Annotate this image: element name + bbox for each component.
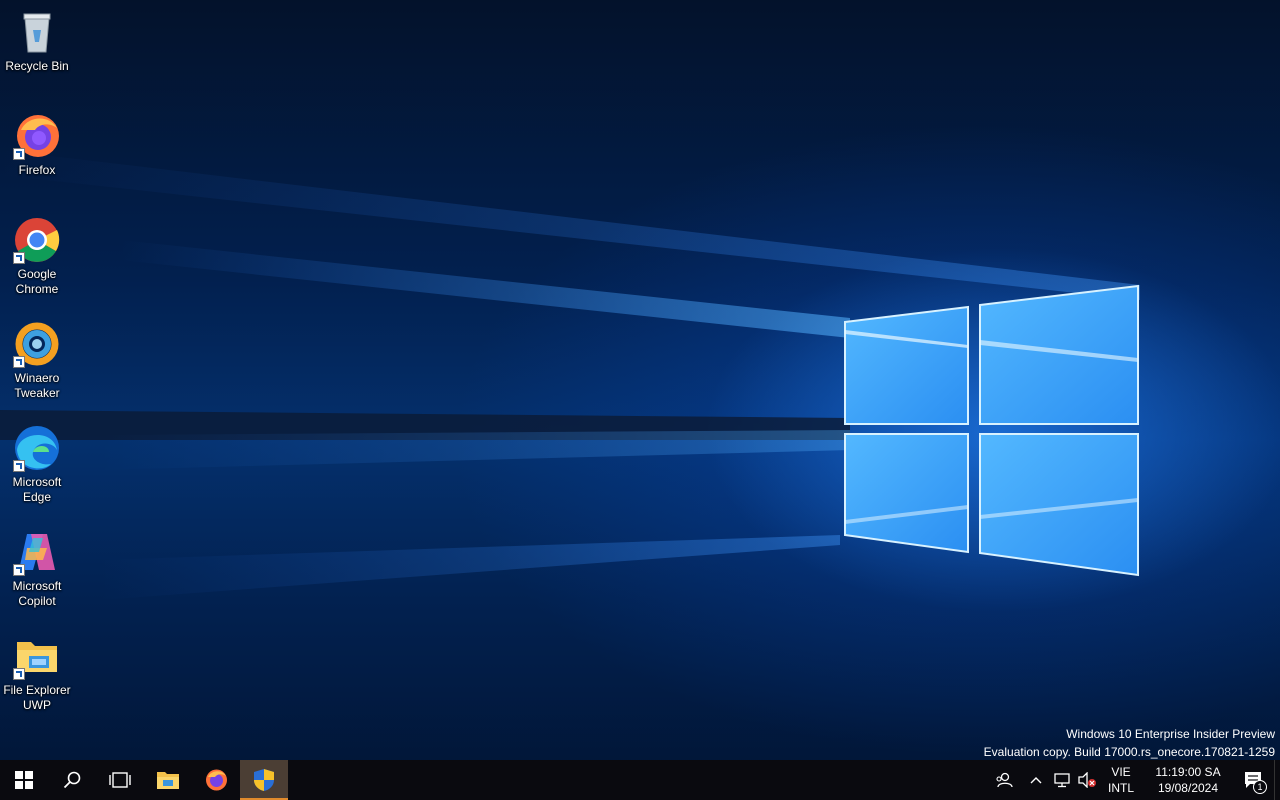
- watermark-edition: Windows 10 Enterprise Insider Preview: [1066, 727, 1275, 741]
- desktop-icon-recycle-bin[interactable]: Recycle Bin: [0, 8, 74, 74]
- start-button[interactable]: [0, 760, 48, 800]
- shortcut-arrow-icon: [13, 668, 25, 680]
- desktop-icon-label: Microsoft Edge: [12, 475, 62, 504]
- people-button[interactable]: [986, 760, 1022, 800]
- shortcut-arrow-icon: [13, 252, 25, 264]
- taskbar-file-explorer[interactable]: [144, 760, 192, 800]
- clock[interactable]: 11:19:00 SA 19/08/2024: [1142, 760, 1234, 800]
- firefox-icon: [206, 769, 227, 791]
- desktop-icon-label: Firefox: [18, 163, 56, 177]
- watermark-build: Evaluation copy. Build 17000.rs_onecore.…: [983, 745, 1275, 759]
- shortcut-arrow-icon: [13, 148, 25, 160]
- folder-icon: [13, 632, 61, 680]
- desktop-icon-winaero-tweaker[interactable]: Winaero Tweaker: [0, 320, 74, 401]
- keyboard-layout: INTL: [1107, 781, 1134, 795]
- desktop-icon-label: Winaero Tweaker: [14, 371, 60, 400]
- clock-time: 11:19:00 SA: [1155, 765, 1221, 779]
- network-icon: [1054, 773, 1070, 788]
- volume-button[interactable]: [1074, 760, 1100, 800]
- copilot-icon: [13, 528, 61, 576]
- desktop-icon-google-chrome[interactable]: Google Chrome: [0, 216, 74, 297]
- wallpaper-beams: [0, 150, 1140, 600]
- chevron-up-icon: [1030, 777, 1042, 784]
- people-icon: [996, 772, 1013, 788]
- search-button[interactable]: [48, 760, 96, 800]
- task-view-icon: [109, 772, 131, 788]
- edge-icon: [13, 424, 61, 472]
- desktop-icon-label: Microsoft Copilot: [12, 579, 62, 608]
- desktop-icon-label: Google Chrome: [15, 267, 59, 296]
- recycle-bin-icon: [13, 8, 61, 56]
- show-desktop-button[interactable]: [1274, 760, 1280, 800]
- desktop-icon-label: Recycle Bin: [5, 59, 69, 73]
- input-language-indicator[interactable]: VIE INTL: [1100, 760, 1142, 800]
- system-tray: VIE INTL 11:19:00 SA 19/08/2024 1: [986, 760, 1280, 800]
- chrome-icon: [13, 216, 61, 264]
- action-center-button[interactable]: 1: [1234, 760, 1274, 800]
- security-shield-icon: [254, 769, 274, 791]
- desktop-icon-firefox[interactable]: Firefox: [0, 112, 74, 178]
- volume-muted-icon: [1078, 772, 1096, 788]
- firefox-icon: [13, 112, 61, 160]
- search-icon: [63, 771, 81, 789]
- desktop[interactable]: Recycle Bin Firefox Google Chrome Winaer…: [0, 0, 1280, 760]
- language-code: VIE: [1111, 765, 1131, 779]
- desktop-icon-label: File Explorer UWP: [3, 683, 71, 712]
- shortcut-arrow-icon: [13, 564, 25, 576]
- show-hidden-icons-button[interactable]: [1022, 760, 1050, 800]
- desktop-icon-microsoft-copilot[interactable]: Microsoft Copilot: [0, 528, 74, 609]
- clock-date: 19/08/2024: [1157, 781, 1219, 795]
- desktop-icon-file-explorer-uwp[interactable]: File Explorer UWP: [0, 632, 74, 713]
- desktop-icon-microsoft-edge[interactable]: Microsoft Edge: [0, 424, 74, 505]
- file-explorer-icon: [157, 772, 179, 789]
- notification-count-badge: 1: [1253, 780, 1267, 794]
- windows-logo-graphic: [844, 284, 1139, 577]
- build-watermark: Windows 10 Enterprise Insider Preview Ev…: [984, 725, 1275, 761]
- shortcut-arrow-icon: [13, 460, 25, 472]
- network-button[interactable]: [1050, 760, 1074, 800]
- taskbar-security-app[interactable]: [240, 760, 288, 800]
- taskbar-firefox[interactable]: [192, 760, 240, 800]
- winaero-tweaker-icon: [13, 320, 61, 368]
- shortcut-arrow-icon: [13, 356, 25, 368]
- task-view-button[interactable]: [96, 760, 144, 800]
- windows-logo-icon: [15, 771, 33, 789]
- taskbar: VIE INTL 11:19:00 SA 19/08/2024 1: [0, 760, 1280, 800]
